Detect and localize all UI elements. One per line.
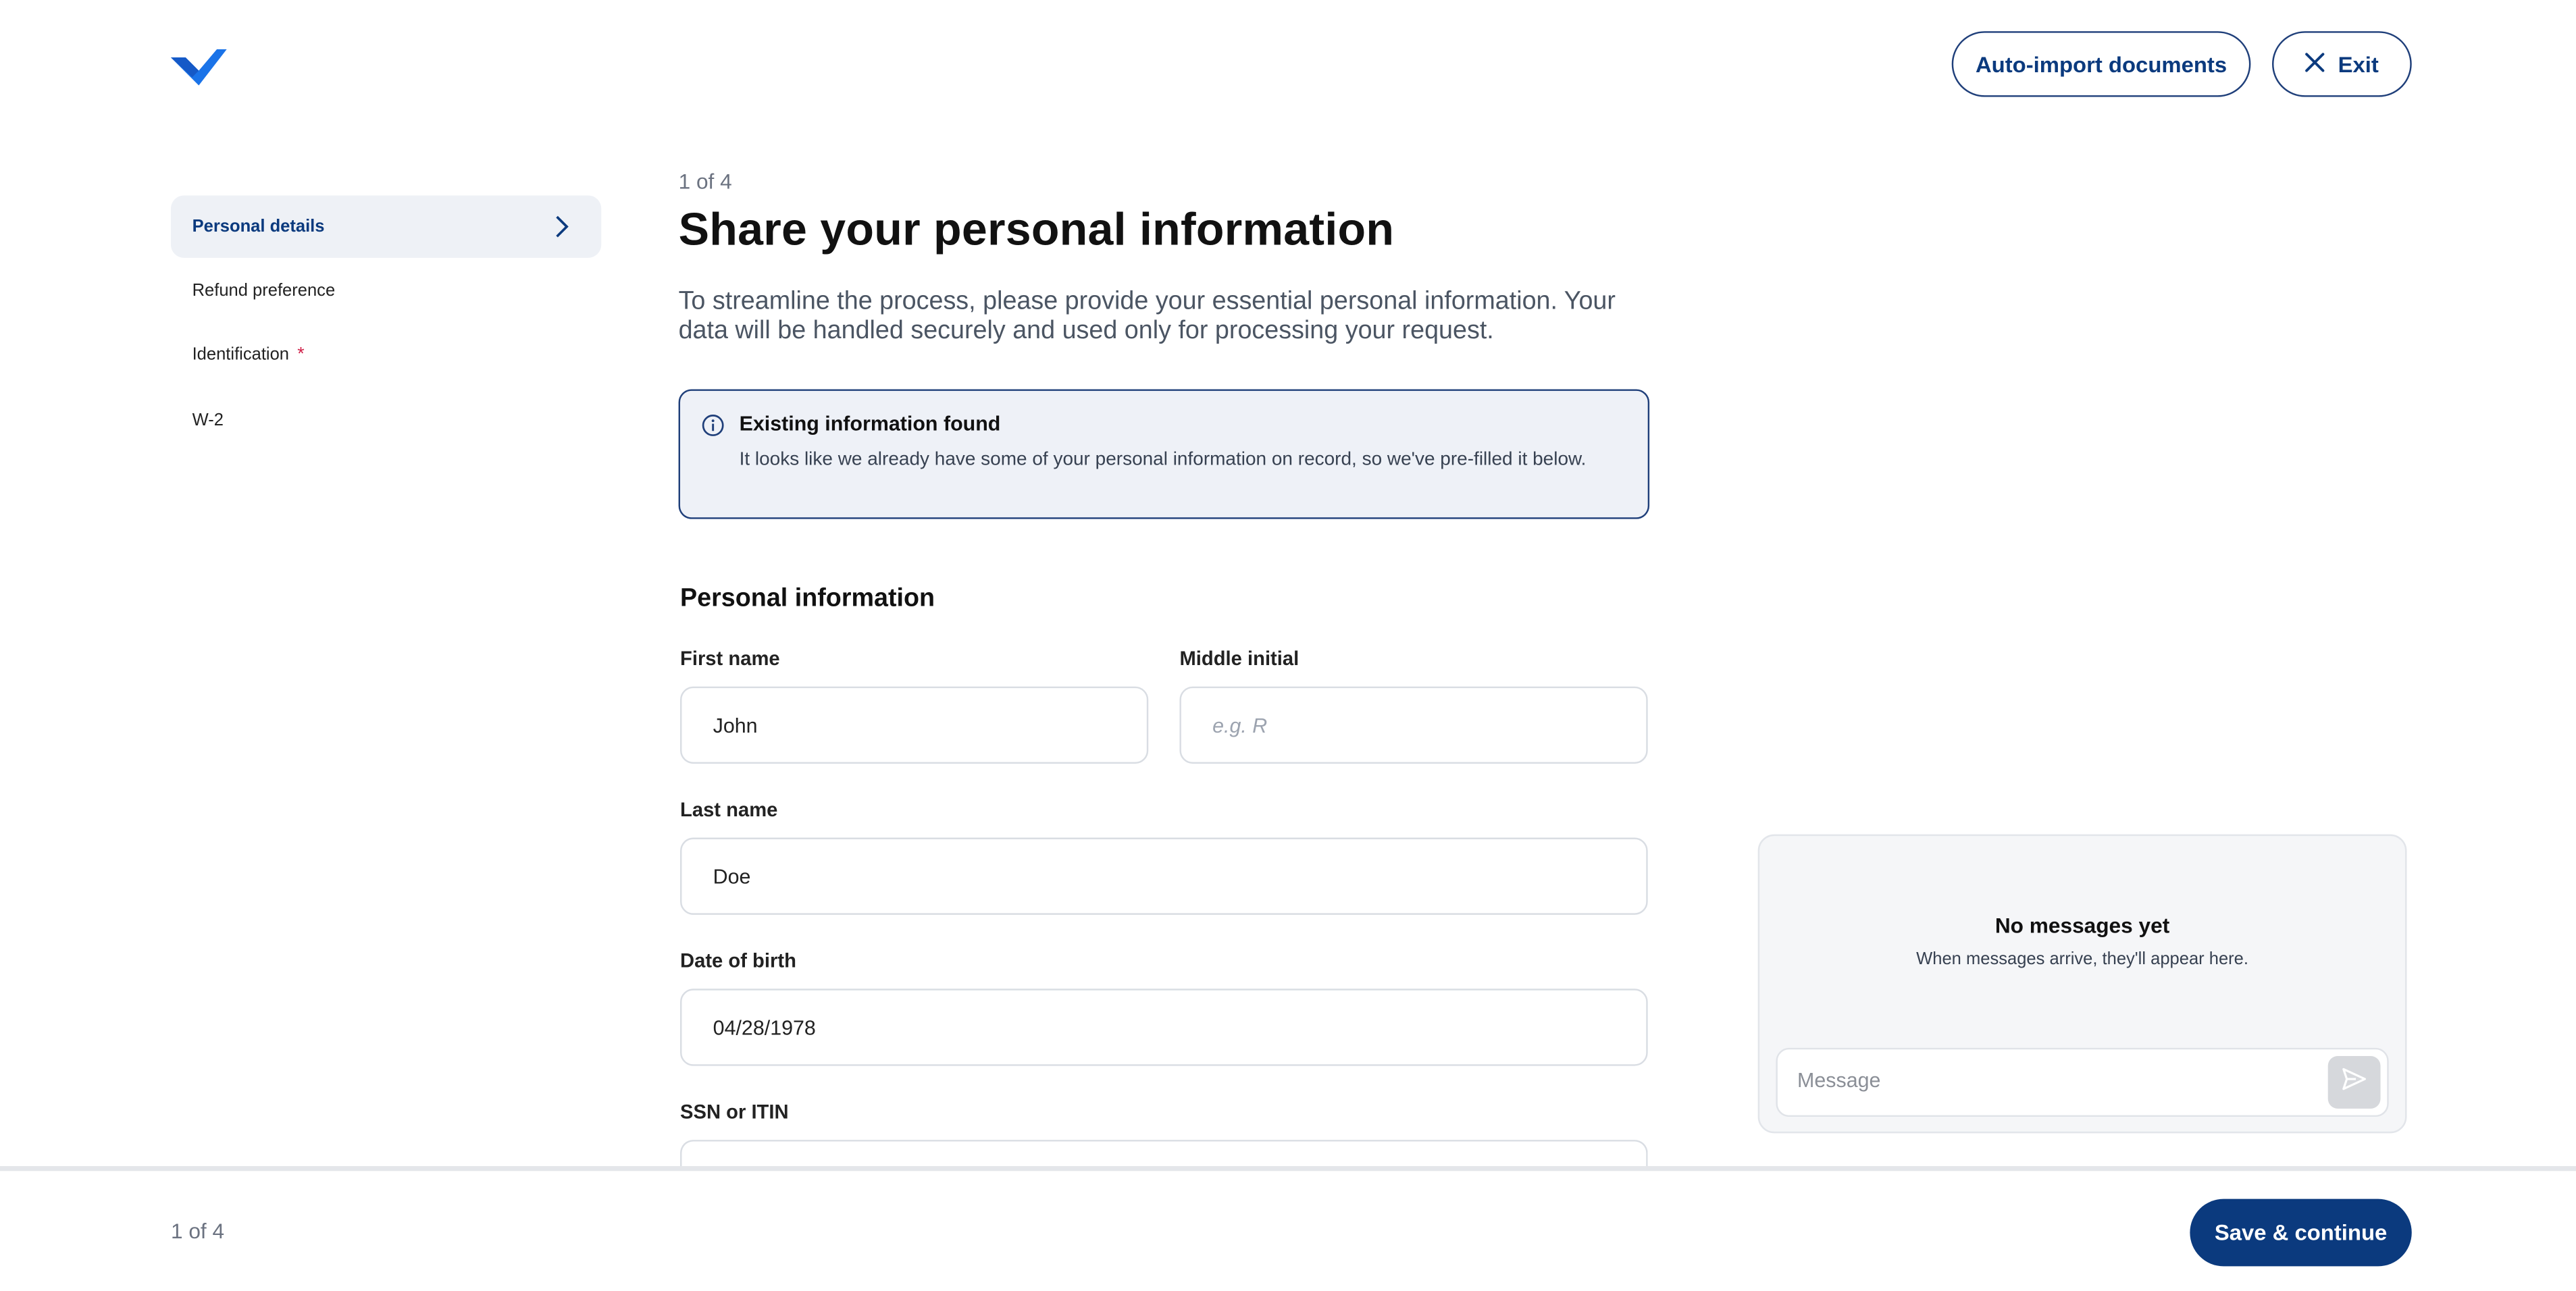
section-title: Personal information (680, 584, 935, 613)
logo-icon (170, 46, 227, 88)
required-marker: * (297, 344, 305, 365)
sidebar-item-personal-details[interactable]: Personal details (170, 195, 602, 258)
message-placeholder: Message (1797, 1069, 1881, 1092)
sidebar-item-w2[interactable]: W-2 (171, 389, 601, 451)
ssn-label: SSN or ITIN (680, 1100, 789, 1124)
ssn-field[interactable] (680, 1140, 1648, 1167)
middle-initial-field[interactable]: e.g. R (1179, 686, 1648, 764)
auto-import-documents-button[interactable]: Auto-import documents (1951, 31, 2251, 97)
last-name-field[interactable]: Doe (680, 837, 1648, 915)
sidebar-item-label: Personal details (192, 217, 325, 237)
info-text: It looks like we already have some of yo… (739, 450, 1587, 470)
chevron-right-icon (548, 213, 575, 240)
exit-label: Exit (2338, 51, 2379, 77)
no-messages-title: No messages yet (1994, 913, 2170, 938)
sidebar-item-identification[interactable]: Identification * (171, 323, 601, 386)
last-name-label: Last name (680, 798, 778, 822)
sidebar-item-label: W-2 (192, 411, 224, 431)
info-title: Existing information found (739, 412, 1001, 436)
first-name-field[interactable]: John (680, 686, 1149, 764)
existing-info-banner: Existing information found It looks like… (678, 389, 1650, 519)
info-icon (702, 414, 725, 437)
close-icon (2305, 52, 2325, 76)
auto-import-label: Auto-import documents (1975, 51, 2227, 77)
send-button[interactable] (2327, 1056, 2381, 1109)
middle-initial-label: Middle initial (1179, 647, 1299, 670)
no-messages-subtitle: When messages arrive, they'll appear her… (1916, 949, 2248, 970)
footer-divider (0, 1166, 2576, 1171)
messages-panel: No messages yet When messages arrive, th… (1757, 834, 2407, 1134)
save-continue-button[interactable]: Save & continue (2190, 1198, 2412, 1267)
sidebar-item-label: Refund preference (192, 280, 336, 301)
page-title: Share your personal information (678, 203, 1395, 255)
exit-button[interactable]: Exit (2272, 31, 2412, 97)
sidebar-item-refund-preference[interactable]: Refund preference (171, 259, 601, 321)
sidebar-item-label: Identification (192, 344, 290, 365)
date-of-birth-field[interactable]: 04/28/1978 (680, 989, 1648, 1066)
dob-label: Date of birth (680, 949, 796, 972)
message-input[interactable]: Message (1776, 1047, 2389, 1117)
footer-step-indicator: 1 of 4 (170, 1218, 225, 1244)
intro-text: To streamline the process, please provid… (678, 287, 1616, 345)
first-name-label: First name (680, 647, 780, 670)
send-icon (2341, 1065, 2367, 1099)
step-indicator: 1 of 4 (678, 169, 732, 194)
